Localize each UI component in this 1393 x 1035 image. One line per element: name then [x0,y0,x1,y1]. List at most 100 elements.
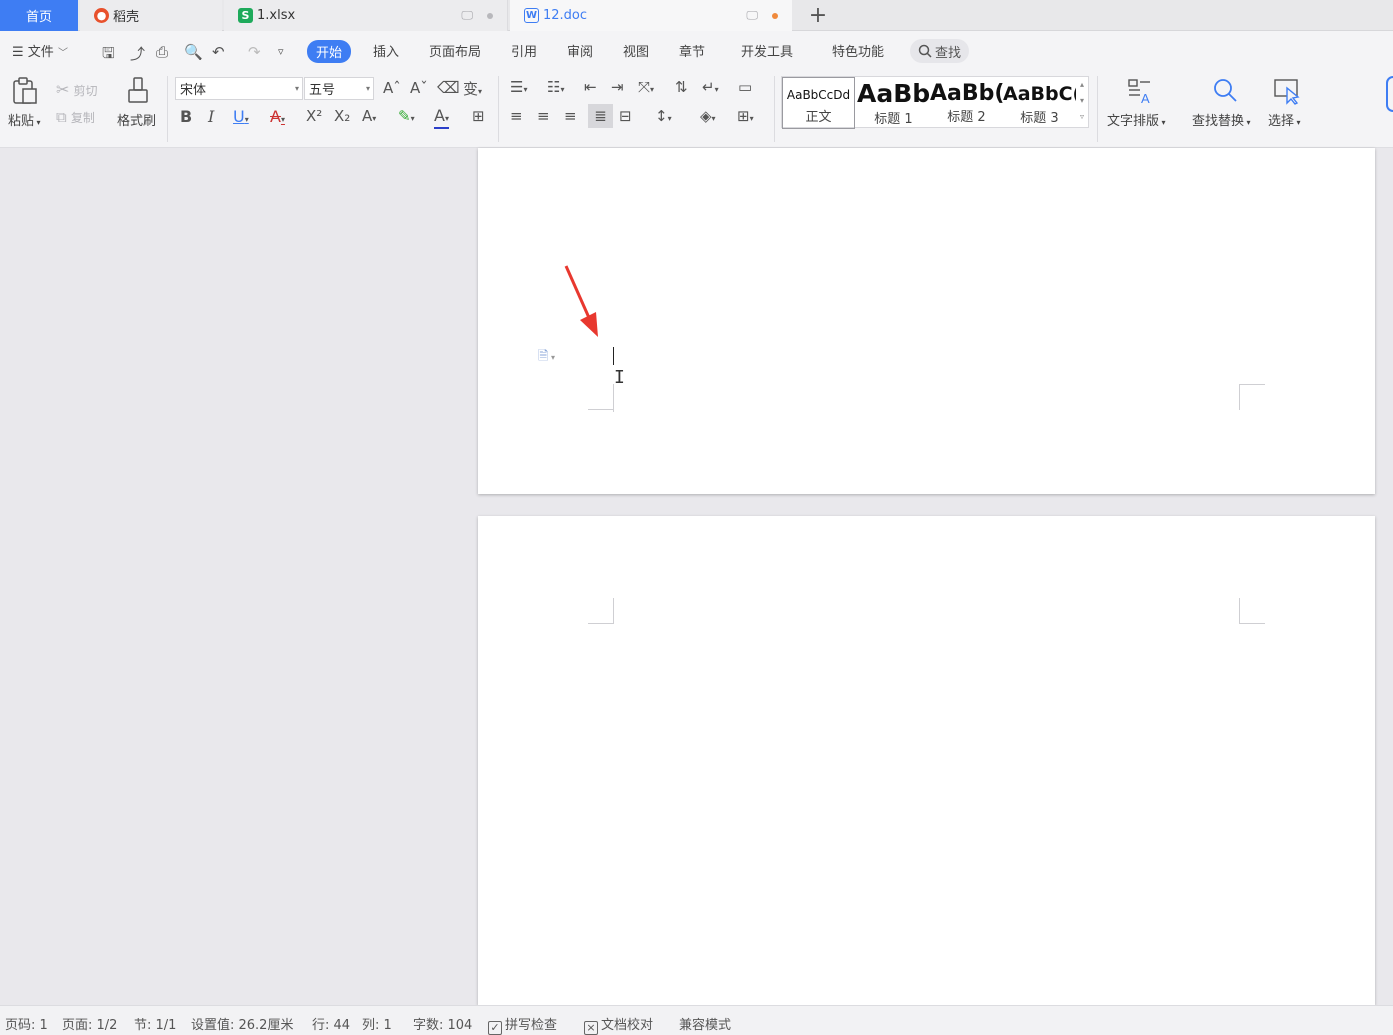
paste-label[interactable]: 粘贴 ▾ [8,110,41,129]
align-left-icon[interactable]: ≡ [510,107,523,125]
svg-text:A: A [1141,91,1150,106]
undo-icon[interactable]: ↶ [212,43,225,61]
select-label[interactable]: 选择 ▾ [1268,110,1301,129]
char-border-icon[interactable]: ⊞ [472,107,485,125]
file-menu[interactable]: ☰ 文件 ﹀ [12,41,68,60]
tab-close-dot[interactable] [487,12,493,19]
cast-icon[interactable]: 🖵 [461,8,473,23]
line-spacing-icon[interactable]: ↕▾ [655,107,672,125]
highlight-icon[interactable]: ✎▾ [398,107,415,125]
tab-daoke[interactable]: ● 稻壳 [80,0,222,31]
chinese-layout-icon[interactable]: ⤧▾ [638,78,654,96]
tab-insert[interactable]: 插入 [373,41,399,60]
table-draw-icon[interactable]: ▭ [738,78,752,96]
show-marks-icon[interactable]: ↵▾ [702,78,719,96]
file-menu-label: 文件 [27,45,54,60]
find-replace-button[interactable] [1210,76,1240,110]
increase-indent-icon[interactable]: ⇥ [611,78,624,96]
font-size-select[interactable]: 五号 ▾ [304,77,374,100]
phonetic-icon[interactable]: 变▾ [463,78,482,99]
style-name: 标题 1 [874,112,913,127]
unsaved-dot[interactable] [772,12,778,19]
style-heading-3[interactable]: AaBbC( 标题 3 [1003,77,1076,129]
menu-bar: ☰ 文件 ﹀ 🖫 ⤴ ⎙ 🔍 ↶ ↷ ▿ 开始 插入 页面布局 引用 审阅 视图… [0,31,1393,72]
magnifier-icon [1214,79,1237,102]
copy-button[interactable]: ⧉ 复制 [56,108,95,126]
customize-icon[interactable]: ▿ [278,45,284,58]
sort-icon[interactable]: ⇅ [675,78,688,96]
status-page-no[interactable]: 页码: 1 [5,1014,48,1033]
print-icon[interactable]: ⎙ [156,43,168,61]
text-layout-icon: A [1128,79,1150,106]
tab-layout[interactable]: 页面布局 [429,41,481,60]
text-layout-button[interactable]: A [1124,76,1154,110]
tab-home[interactable]: 首页 [0,0,78,31]
spell-check-button[interactable]: ✓ 拼写检查 [488,1014,557,1035]
align-center-icon[interactable]: ≡ [537,107,550,125]
checkbox-icon: ✓ [488,1021,502,1035]
select-cursor-icon [1274,79,1300,105]
format-painter-button[interactable] [126,76,150,110]
status-col[interactable]: 列: 1 [362,1014,392,1033]
redo-icon[interactable]: ↷ [248,43,261,61]
italic-icon[interactable]: I [208,107,214,126]
doc-proof-button[interactable]: × 文档校对 [584,1014,653,1035]
border-icon[interactable]: ⊞▾ [737,107,754,125]
find-replace-label[interactable]: 查找替换 ▾ [1192,110,1251,129]
document-page-1[interactable]: 🗎 ▾ I [478,148,1375,494]
style-heading-1[interactable]: AaBb 标题 1 [857,77,930,129]
subscript-icon[interactable]: X₂ [334,107,350,125]
print-preview-icon[interactable]: 🔍 [184,43,203,61]
font-name-select[interactable]: 宋体 ▾ [175,77,303,100]
new-tab-button[interactable]: + [806,0,830,31]
tab-chapter[interactable]: 章节 [679,41,705,60]
search-button[interactable]: 查找 [910,39,970,63]
tab-start[interactable]: 开始 [307,40,352,63]
tab-reference[interactable]: 引用 [511,41,537,60]
tab-view[interactable]: 视图 [623,41,649,60]
text-effect-icon[interactable]: A▾ [362,107,376,125]
status-row[interactable]: 行: 44 [312,1014,350,1033]
tab-xlsx[interactable]: S 1.xlsx 🖵 [224,0,508,31]
brush-icon [128,77,148,103]
bold-icon[interactable]: B [180,107,192,126]
cast-icon[interactable]: 🖵 [746,8,758,23]
status-setting[interactable]: 设置值: 26.2厘米 [191,1014,293,1033]
save-icon[interactable]: 🖫 [102,43,115,68]
shading-icon[interactable]: ◈▾ [700,107,716,125]
style-heading-2[interactable]: AaBb( 标题 2 [930,77,1003,129]
paragraph-handle-icon[interactable]: 🗎 ▾ [538,347,555,369]
font-color-icon[interactable]: A▾ [434,107,449,129]
export-icon[interactable]: ⤴ [130,43,145,64]
tab-review[interactable]: 审阅 [567,41,593,60]
clear-format-icon[interactable]: ⌫ [437,78,460,97]
decrease-indent-icon[interactable]: ⇤ [584,78,597,96]
document-page-2[interactable] [478,516,1375,1005]
superscript-icon[interactable]: X² [306,107,322,125]
grow-font-icon[interactable]: Aˆ [383,79,401,97]
style-sample: AaBb( [930,81,1003,106]
align-right-icon[interactable]: ≡ [564,107,577,125]
assistant-icon[interactable] [1386,76,1393,112]
style-normal[interactable]: AaBbCcDd 正文 [782,77,855,129]
tab-special[interactable]: 特色功能 [832,41,884,60]
status-pages[interactable]: 页面: 1/2 [62,1014,117,1033]
tab-devtools[interactable]: 开发工具 [741,41,793,60]
justify-icon[interactable]: ≣ [588,104,613,128]
status-words[interactable]: 字数: 104 [413,1014,472,1033]
styles-scroll[interactable]: ▴ ▾ ▿ [1076,77,1088,127]
distribute-icon[interactable]: ⊟ [619,107,632,125]
tab-doc[interactable]: W 12.doc 🖵 [510,0,792,31]
bullet-list-icon[interactable]: ☰▾ [510,78,527,96]
strikethrough-icon[interactable]: A▾ [270,107,285,126]
cut-button[interactable]: ✂ 剪切 [56,80,98,99]
numbered-list-icon[interactable]: ☷▾ [547,78,564,96]
status-section[interactable]: 节: 1/1 [134,1014,176,1033]
text-layout-label[interactable]: 文字排版 ▾ [1107,110,1166,129]
styles-gallery: AaBbCcDd 正文 AaBb 标题 1 AaBb( 标题 2 AaBbC( … [781,76,1089,129]
paste-button[interactable] [10,76,40,110]
underline-icon[interactable]: U▾ [233,107,249,126]
shrink-font-icon[interactable]: Aˇ [410,79,428,97]
font-name-value: 宋体 [180,83,207,98]
select-button[interactable] [1272,76,1302,110]
